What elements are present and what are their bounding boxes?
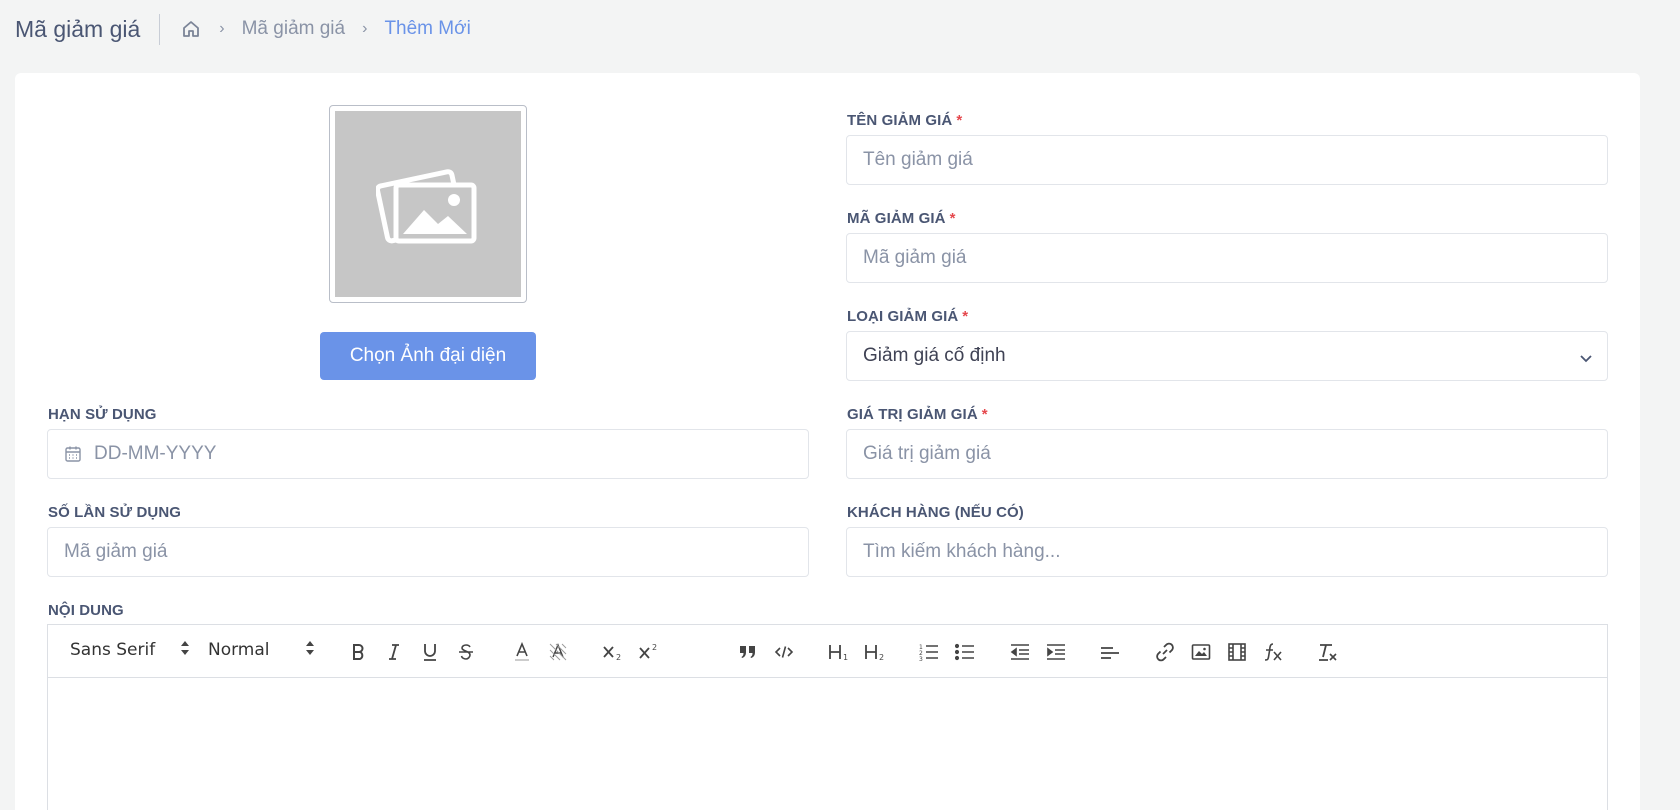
outdent-icon[interactable]: [1007, 639, 1033, 665]
bullet-list-icon[interactable]: [952, 639, 978, 665]
italic-icon[interactable]: [381, 639, 407, 665]
breadcrumb-item-current: Thêm Mới: [384, 18, 471, 39]
header1-icon[interactable]: 1: [826, 639, 852, 665]
subscript-icon[interactable]: 2: [600, 639, 626, 665]
chevron-down-icon: [1579, 349, 1593, 371]
customer-label: KHÁCH HÀNG (NẾU CÓ): [847, 504, 1024, 521]
svg-text:2: 2: [616, 653, 621, 661]
page-title: Mã giảm giá: [15, 15, 141, 42]
font-family-select[interactable]: Sans Serif: [70, 640, 189, 660]
strike-icon[interactable]: [453, 639, 479, 665]
code-field[interactable]: [846, 233, 1608, 283]
choose-avatar-button[interactable]: Chọn Ảnh đại diện: [320, 332, 536, 380]
usage-count-input[interactable]: [64, 528, 808, 576]
customer-search-field[interactable]: [846, 527, 1608, 577]
code-input[interactable]: [863, 234, 1607, 282]
breadcrumb-item-discounts[interactable]: Mã giảm giá: [242, 18, 346, 40]
underline-icon[interactable]: [417, 639, 443, 665]
avatar-preview: [329, 105, 527, 303]
header-divider: [159, 13, 161, 45]
select-arrows-icon: [305, 639, 315, 662]
svg-text:2: 2: [652, 643, 657, 652]
clean-format-icon[interactable]: [1315, 639, 1341, 665]
expiry-label: HẠN SỬ DỤNG: [48, 406, 157, 423]
bold-icon[interactable]: [345, 639, 371, 665]
link-icon[interactable]: [1152, 639, 1178, 665]
font-color-icon[interactable]: [509, 639, 535, 665]
svg-text:1: 1: [843, 653, 848, 661]
ordered-list-icon[interactable]: 123: [916, 639, 942, 665]
calendar-icon: [64, 445, 82, 463]
chevron-right-icon: ›: [362, 20, 368, 37]
header2-icon[interactable]: 2: [862, 639, 888, 665]
align-icon[interactable]: [1097, 639, 1123, 665]
font-size-select[interactable]: Normal: [208, 640, 314, 660]
blockquote-icon[interactable]: [735, 639, 761, 665]
name-label: TÊN GIẢM GIÁ *: [847, 112, 963, 129]
code-label: MÃ GIẢM GIÁ *: [847, 210, 956, 227]
select-arrows-icon: [180, 639, 190, 662]
formula-icon[interactable]: [1260, 639, 1286, 665]
video-icon[interactable]: [1224, 639, 1250, 665]
expiry-date-input[interactable]: [94, 430, 808, 478]
image-placeholder-icon: [376, 169, 477, 244]
type-select-value: Giảm giá cố định: [863, 345, 1006, 366]
image-icon[interactable]: [1188, 639, 1214, 665]
name-field[interactable]: [846, 135, 1608, 185]
svg-text:2: 2: [879, 653, 884, 661]
customer-search-input[interactable]: [863, 528, 1607, 576]
content-label: NỘI DUNG: [48, 602, 124, 619]
expiry-field[interactable]: [47, 429, 809, 479]
type-select[interactable]: Giảm giá cố định: [846, 331, 1608, 381]
rich-text-editor: Sans Serif Normal 2 2 1 2 1 2 3: [47, 624, 1608, 810]
chevron-right-icon: ›: [219, 20, 225, 37]
superscript-icon[interactable]: 2: [636, 639, 662, 665]
editor-toolbar: Sans Serif Normal 2 2 1 2 1 2 3: [48, 625, 1607, 678]
svg-text:3: 3: [919, 656, 923, 661]
usage-count-field[interactable]: [47, 527, 809, 577]
editor-content-area[interactable]: [48, 678, 1607, 810]
value-label: GIÁ TRỊ GIẢM GIÁ *: [847, 406, 988, 423]
usage-count-label: SỐ LẦN SỬ DỤNG: [48, 504, 182, 521]
type-label: LOẠI GIẢM GIÁ *: [847, 308, 969, 325]
indent-icon[interactable]: [1043, 639, 1069, 665]
name-input[interactable]: [863, 136, 1607, 184]
home-icon[interactable]: [180, 18, 202, 40]
value-field[interactable]: [846, 429, 1608, 479]
page-header: Mã giảm giá › Mã giảm giá › Thêm Mới: [15, 0, 1655, 58]
code-block-icon[interactable]: [771, 639, 797, 665]
background-color-icon[interactable]: [545, 639, 571, 665]
value-input[interactable]: [863, 430, 1607, 478]
